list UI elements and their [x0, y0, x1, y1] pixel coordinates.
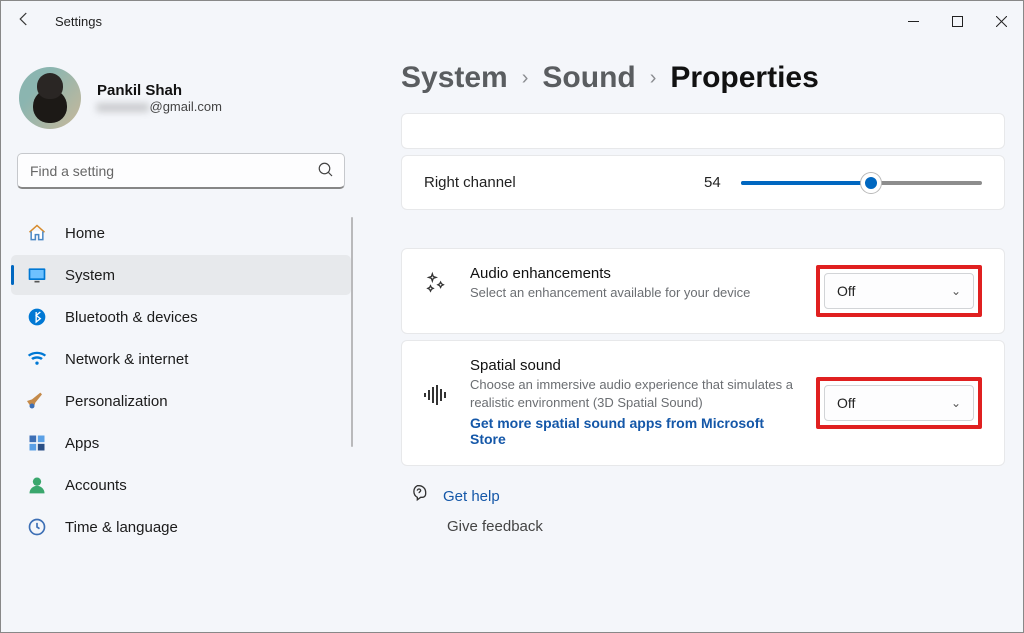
back-button[interactable] — [15, 10, 33, 33]
sidebar-item-label: Network & internet — [65, 351, 188, 368]
slider-thumb[interactable] — [861, 173, 881, 193]
sidebar-item-time-language[interactable]: Time & language — [11, 507, 351, 547]
help-link-label: Get help — [443, 488, 500, 505]
avatar — [19, 67, 81, 129]
soundwave-icon — [424, 385, 448, 405]
sidebar-item-accounts[interactable]: Accounts — [11, 465, 351, 505]
chevron-down-icon: ⌄ — [951, 284, 961, 298]
right-channel-panel: Right channel 54 — [401, 155, 1005, 210]
sidebar-item-label: Accounts — [65, 477, 127, 494]
sidebar-item-network[interactable]: Network & internet — [11, 339, 351, 379]
nav: Home System Bluetooth & devices Network … — [11, 213, 351, 547]
truncated-text: Give feedback — [447, 518, 1005, 535]
app-title: Settings — [55, 14, 102, 29]
sidebar-item-label: System — [65, 267, 115, 284]
chevron-right-icon: › — [650, 67, 657, 90]
user-info: Pankil Shah xxxxxxx@gmail.com — [97, 82, 222, 114]
minimize-button[interactable] — [891, 6, 935, 36]
spatial-desc: Choose an immersive audio experience tha… — [470, 376, 794, 411]
close-button[interactable] — [979, 6, 1023, 36]
help-icon — [409, 484, 429, 508]
sidebar-item-label: Home — [65, 225, 105, 242]
apps-icon — [27, 433, 47, 453]
sidebar-item-bluetooth[interactable]: Bluetooth & devices — [11, 297, 351, 337]
dropdown-value: Off — [837, 283, 855, 299]
home-icon — [27, 223, 47, 243]
chevron-down-icon: ⌄ — [951, 396, 961, 410]
spatial-title: Spatial sound — [470, 357, 794, 374]
bluetooth-icon — [27, 307, 47, 327]
sidebar-item-system[interactable]: System — [11, 255, 351, 295]
audio-enh-title: Audio enhancements — [470, 265, 794, 282]
brush-icon — [27, 391, 47, 411]
sidebar-item-label: Time & language — [65, 519, 178, 536]
sidebar-item-label: Apps — [65, 435, 99, 452]
right-channel-slider[interactable] — [741, 181, 982, 185]
search-wrap — [17, 153, 345, 189]
panel-truncated — [401, 113, 1005, 149]
audio-enhancements-panel: Audio enhancements Select an enhancement… — [401, 248, 1005, 334]
person-icon — [27, 475, 47, 495]
audio-enh-dropdown[interactable]: Off ⌄ — [824, 273, 974, 309]
sidebar: Pankil Shah xxxxxxx@gmail.com Home Syste… — [1, 41, 361, 632]
maximize-button[interactable] — [935, 6, 979, 36]
sidebar-item-home[interactable]: Home — [11, 213, 351, 253]
spatial-dropdown[interactable]: Off ⌄ — [824, 385, 974, 421]
system-icon — [27, 265, 47, 285]
help-links: Get help Give feedback — [401, 484, 1005, 535]
titlebar: Settings — [1, 1, 1023, 41]
page-title: Properties — [670, 61, 818, 95]
sparkle-icon — [424, 271, 448, 293]
highlight-box: Off ⌄ — [816, 377, 982, 429]
user-email: xxxxxxx@gmail.com — [97, 99, 222, 114]
user-card[interactable]: Pankil Shah xxxxxxx@gmail.com — [11, 61, 351, 147]
breadcrumb-system[interactable]: System — [401, 61, 508, 95]
search-input[interactable] — [17, 153, 345, 189]
dropdown-value: Off — [837, 395, 855, 411]
right-channel-label: Right channel — [424, 174, 704, 191]
audio-enh-desc: Select an enhancement available for your… — [470, 284, 794, 302]
chevron-right-icon: › — [522, 67, 529, 90]
window-controls — [891, 6, 1023, 36]
sidebar-item-personalization[interactable]: Personalization — [11, 381, 351, 421]
content: System › Sound › Properties Right channe… — [361, 41, 1023, 632]
breadcrumb-sound[interactable]: Sound — [542, 61, 635, 95]
sidebar-item-label: Personalization — [65, 393, 168, 410]
user-name: Pankil Shah — [97, 82, 222, 99]
sidebar-item-apps[interactable]: Apps — [11, 423, 351, 463]
clock-icon — [27, 517, 47, 537]
spatial-store-link[interactable]: Get more spatial sound apps from Microso… — [470, 415, 794, 447]
spatial-sound-panel: Spatial sound Choose an immersive audio … — [401, 340, 1005, 466]
wifi-icon — [27, 349, 47, 369]
sidebar-item-label: Bluetooth & devices — [65, 309, 198, 326]
get-help-link[interactable]: Get help — [409, 484, 1005, 508]
search-icon — [317, 161, 335, 184]
highlight-box: Off ⌄ — [816, 265, 982, 317]
breadcrumb: System › Sound › Properties — [401, 61, 1005, 95]
right-channel-value: 54 — [704, 174, 721, 191]
